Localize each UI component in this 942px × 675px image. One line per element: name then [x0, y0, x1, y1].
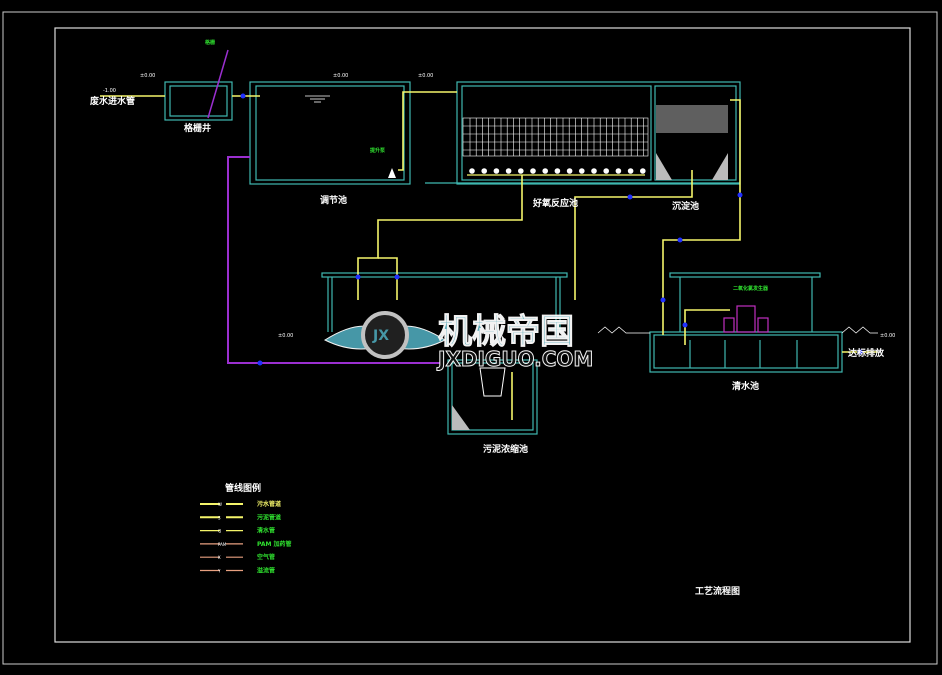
inclined-tubes — [656, 105, 728, 133]
legend-label: 污水管道 — [257, 500, 281, 508]
legend-code: PAM — [218, 542, 227, 547]
legend-label: 空气管 — [257, 553, 275, 561]
process-flow-diagram: 废水进水管 格栅井 调节池 好氧反应池 沉淀池 污泥浓缩池 清水池 达标排放 工… — [2, 11, 938, 665]
diffuser-icon — [554, 168, 561, 174]
label-inlet: 废水进水管 — [90, 95, 135, 107]
legend-row: Y 溢流管 — [200, 567, 275, 575]
legend-code: W — [218, 502, 222, 507]
legend-label: 污泥管道 — [257, 513, 281, 521]
water-level-icon — [305, 95, 330, 103]
elev-4: ±0.00 — [278, 333, 293, 339]
clear-water-tank — [649, 331, 843, 373]
diffuser-icon — [615, 168, 622, 174]
diffuser-icon — [505, 168, 512, 174]
cad-drawing: 废水进水管 格栅井 调节池 好氧反应池 沉淀池 污泥浓缩池 清水池 达标排放 工… — [0, 0, 942, 675]
diffuser-icon — [603, 168, 609, 174]
diffuser-icon — [579, 168, 585, 174]
legend-label: PAM 加药管 — [257, 540, 292, 548]
label-sedimentation: 沉淀池 — [672, 200, 699, 212]
diffuser-icon — [530, 168, 536, 174]
legend-label: 清水管 — [257, 527, 275, 535]
legend-row: K 空气管 — [200, 553, 275, 561]
chlorine-generator — [723, 305, 769, 333]
legend-row: PAM PAM 加药管 — [200, 540, 292, 548]
elev-2: ±0.00 — [333, 73, 348, 79]
diffuser-icon — [481, 168, 488, 174]
elev-3: ±0.00 — [418, 73, 433, 79]
legend-code: Q — [218, 529, 221, 534]
diffuser-icon — [640, 168, 646, 174]
diffuser-icon — [627, 168, 634, 174]
legend-label: 溢流管 — [257, 567, 275, 575]
drawing-title: 工艺流程图 — [695, 585, 740, 597]
note-chlorine: 二氧化氯发生器 — [733, 285, 769, 292]
diffuser-icon — [566, 168, 573, 174]
legend-code: K — [218, 555, 221, 560]
equalization-tank — [249, 81, 411, 185]
elev-5: ±0.00 — [880, 333, 895, 339]
pipe-legend: 管线图例 W 污水管道 S 污泥管道 Q 清水管 PAM PAM 加药管 K 空气管 Y 溢流管 — [200, 482, 292, 575]
note-pump: 提升泵 — [370, 147, 386, 154]
sludge-pump-icon — [479, 367, 506, 397]
note-screen: 格栅 — [205, 39, 215, 46]
diffuser-icon — [518, 168, 524, 174]
legend-row: S 污泥管道 — [200, 513, 281, 521]
air-diffusers — [469, 168, 646, 174]
label-sludge-thickener: 污泥浓缩池 — [483, 443, 528, 455]
screen-bar — [207, 49, 229, 119]
diffuser-icon — [469, 168, 475, 174]
diffuser-icon — [591, 168, 597, 174]
legend-code: Y — [217, 569, 221, 574]
pump-icon — [388, 168, 396, 178]
legend-row: W 污水管道 — [200, 500, 281, 508]
elev-1: ±0.00 — [140, 73, 155, 79]
watermark-badge: JX — [372, 328, 389, 344]
label-equalization: 调节池 — [320, 194, 347, 206]
legend-code: S — [218, 515, 221, 520]
watermark-en: JXDIGUO.COM — [436, 347, 593, 371]
label-aerobic: 好氧反应池 — [532, 197, 578, 209]
bio-media — [462, 117, 649, 157]
screen-well — [164, 81, 233, 121]
diffuser-icon — [493, 168, 500, 174]
legend-row: Q 清水管 — [200, 527, 275, 535]
diffuser-icon — [542, 168, 548, 174]
watermark-cn: 机械帝国 — [438, 312, 574, 352]
legend-title: 管线图例 — [225, 482, 261, 494]
elev-inlet: -1.00 — [103, 88, 116, 94]
label-screen-well: 格栅井 — [184, 122, 211, 134]
label-discharge: 达标排放 — [848, 347, 885, 359]
label-clear-water: 清水池 — [732, 380, 759, 392]
